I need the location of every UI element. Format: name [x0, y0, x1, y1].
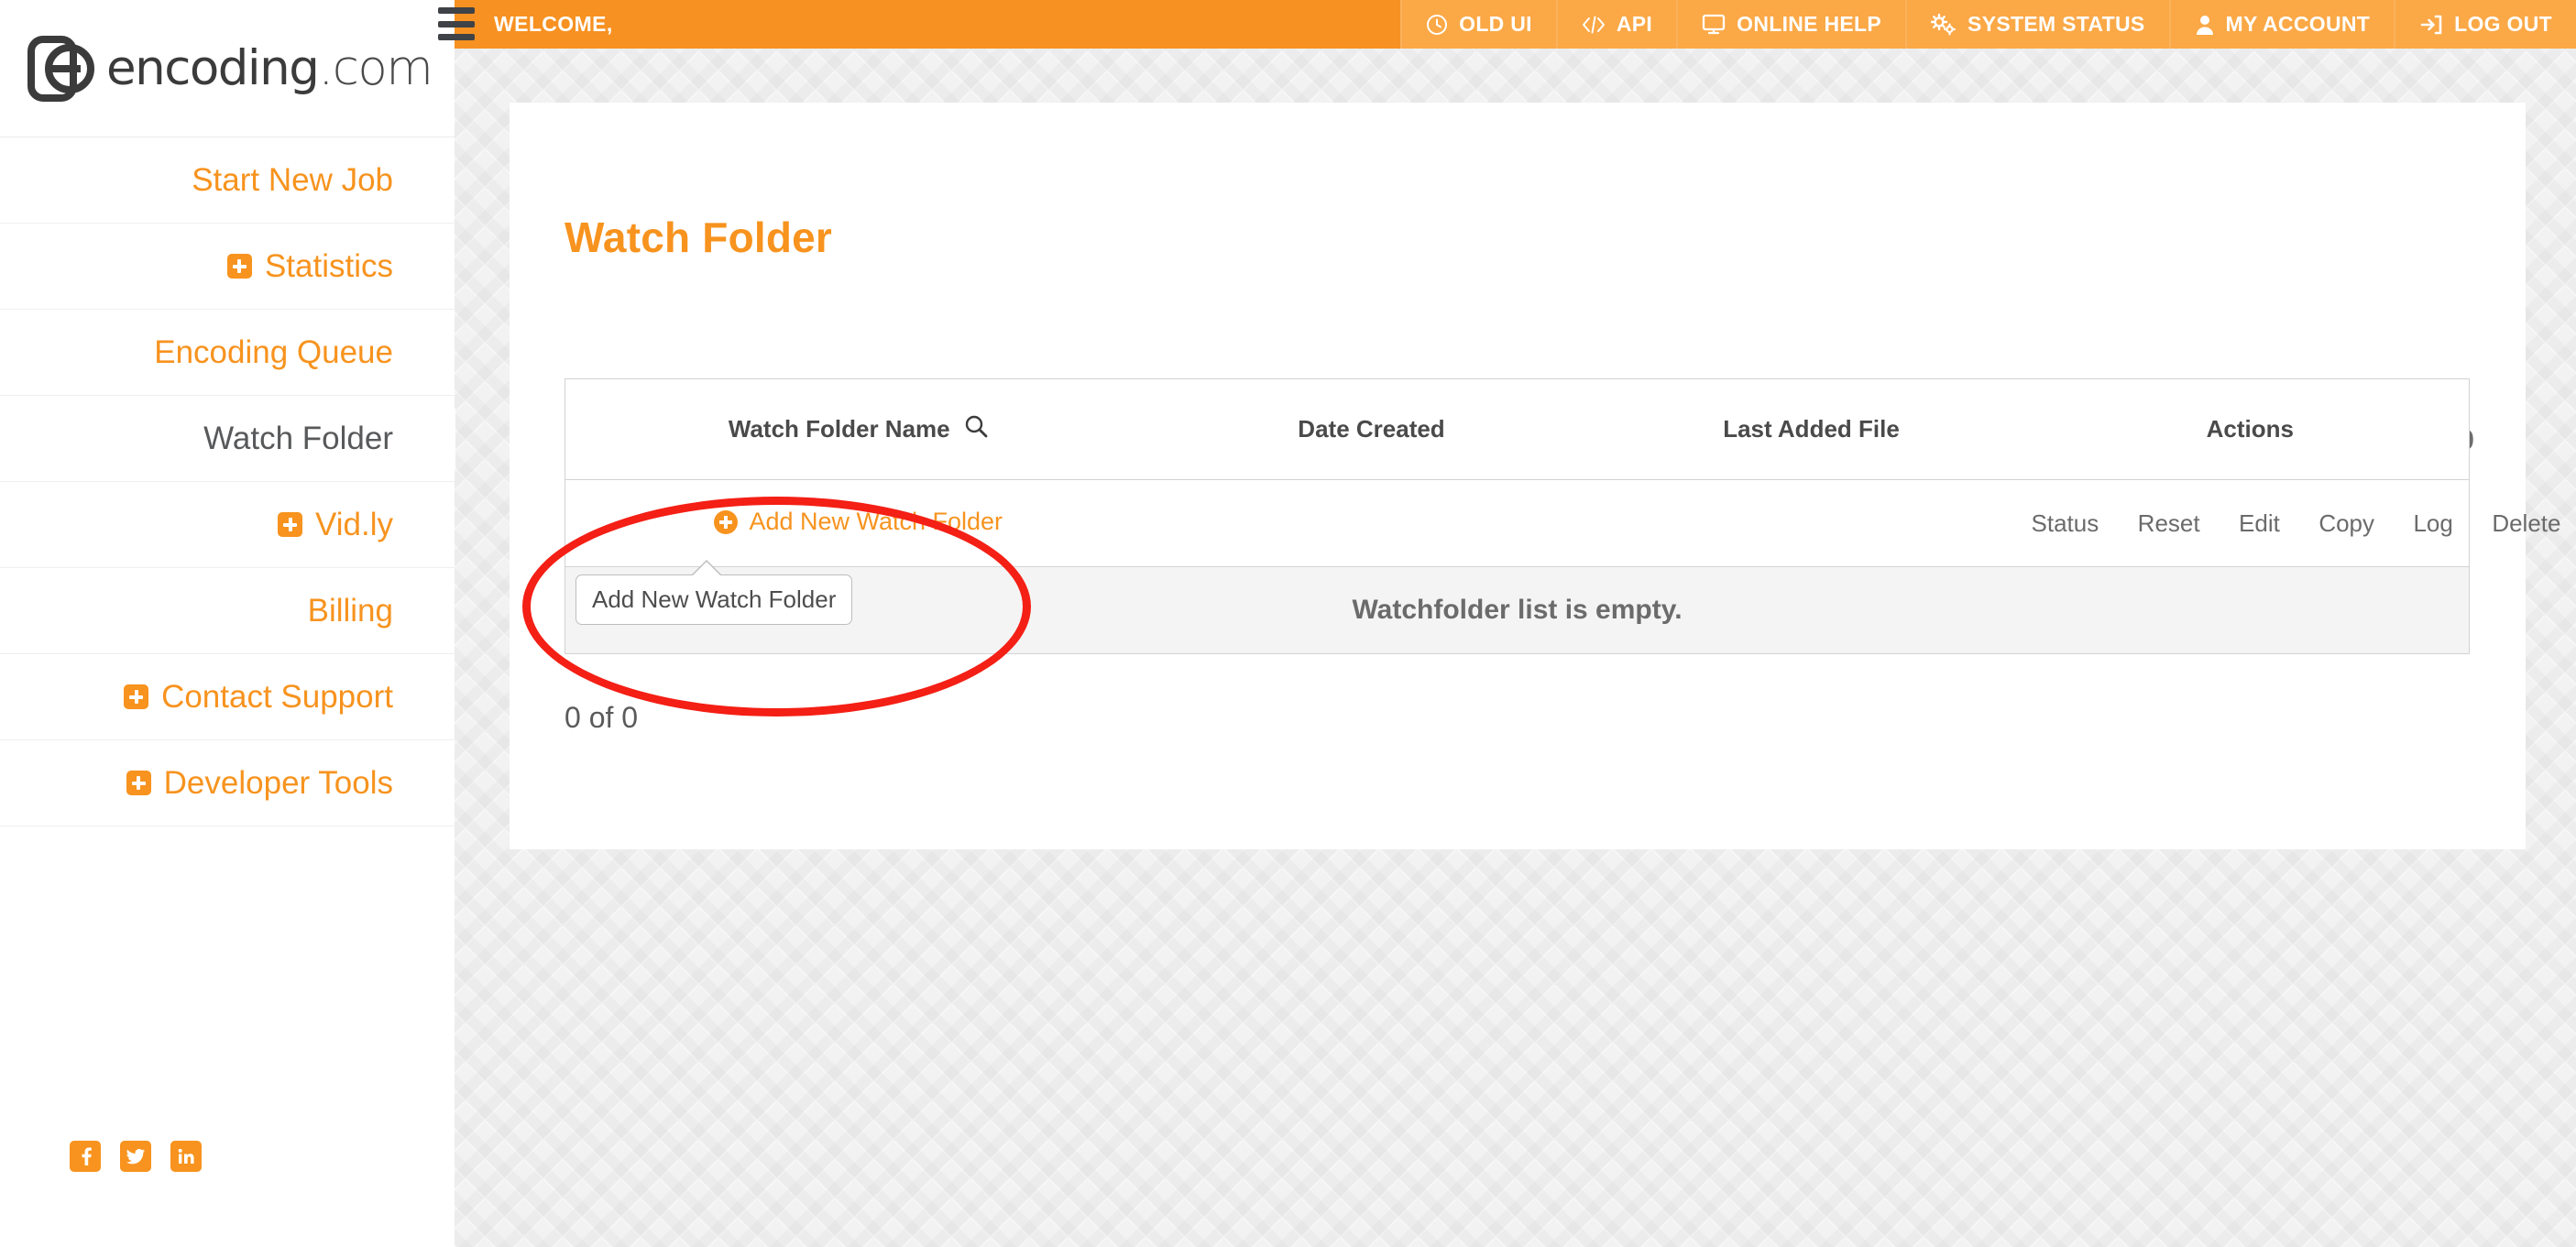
- topnav-system-status[interactable]: SYSTEM STATUS: [1905, 0, 2168, 49]
- user-icon: [2195, 14, 2215, 36]
- brand-logo[interactable]: encoding.com: [0, 0, 455, 137]
- topnav-online-help[interactable]: ONLINE HELP: [1676, 0, 1905, 49]
- logo-wordmark: encoding.com: [106, 40, 432, 96]
- sidebar-item-vidly[interactable]: Vid.ly: [0, 482, 455, 568]
- app-root: encoding.com Start New Job Statistics En…: [0, 0, 2576, 1247]
- add-new-watch-folder-button[interactable]: Add New Watch Folder: [714, 508, 1003, 536]
- sidebar-item-label: Developer Tools: [164, 767, 393, 799]
- sidebar-item-label: Vid.ly: [315, 509, 393, 541]
- topnav-api[interactable]: API: [1556, 0, 1676, 49]
- sidebar-item-developer-tools[interactable]: Developer Tools: [0, 740, 455, 826]
- add-new-watch-folder-tooltip: Add New Watch Folder: [575, 574, 852, 625]
- topnav-log-out[interactable]: LOG OUT: [2394, 0, 2576, 49]
- topnav-label: MY ACCOUNT: [2226, 12, 2371, 37]
- hamburger-bar: [438, 21, 475, 27]
- column-watch-folder-name: Watch Folder Name: [565, 379, 1152, 480]
- sidebar-item-label: Encoding Queue: [154, 336, 393, 368]
- topnav-label: LOG OUT: [2454, 12, 2552, 37]
- monitor-icon: [1702, 14, 1726, 36]
- circle-plus-icon: [714, 510, 738, 534]
- twitter-icon[interactable]: [120, 1141, 151, 1172]
- add-new-watch-folder-cell: Add New Watch Folder: [565, 480, 1152, 567]
- add-new-row: Add New Watch Folder Status Reset Edit C…: [565, 480, 2470, 567]
- sidebar-item-label: Statistics: [265, 250, 393, 282]
- topnav-label: ONLINE HELP: [1737, 12, 1881, 37]
- add-new-watch-folder-label: Add New Watch Folder: [749, 508, 1003, 536]
- add-row-date-cell: [1152, 480, 1592, 567]
- add-row-file-cell: [1592, 480, 2032, 567]
- table-header: Watch Folder Name Date Created Last Adde…: [565, 379, 2470, 480]
- topnav-label: API: [1617, 12, 1652, 37]
- topnav-label: OLD UI: [1459, 12, 1532, 37]
- logout-icon: [2419, 14, 2443, 36]
- expand-plus-icon: [278, 512, 302, 537]
- sidebar-item-encoding-queue[interactable]: Encoding Queue: [0, 310, 455, 396]
- sidebar-item-start-new-job[interactable]: Start New Job: [0, 137, 455, 224]
- welcome-text: WELCOME,: [455, 0, 1400, 49]
- action-status[interactable]: Status: [2032, 509, 2099, 537]
- search-icon[interactable]: [963, 413, 989, 445]
- topnav-label: SYSTEM STATUS: [1968, 12, 2144, 37]
- social-links: [0, 1141, 455, 1172]
- sidebar-nav: Start New Job Statistics Encoding Queue …: [0, 137, 455, 826]
- column-actions: Actions: [2032, 379, 2470, 480]
- facebook-icon[interactable]: [70, 1141, 101, 1172]
- result-count: 0 of 0: [565, 701, 638, 735]
- sidebar-item-watch-folder[interactable]: Watch Folder: [0, 396, 455, 482]
- hamburger-bar: [438, 34, 475, 40]
- action-delete[interactable]: Delete: [2492, 509, 2560, 537]
- page-title: Watch Folder: [565, 213, 832, 262]
- add-row-actions-cell: Status Reset Edit Copy Log Delete: [2032, 480, 2470, 567]
- expand-plus-icon: [124, 684, 148, 709]
- top-bar: WELCOME, OLD UI API ONLINE HELP: [455, 0, 2576, 49]
- encoding-logo-icon: [27, 36, 99, 102]
- sidebar-item-contact-support[interactable]: Contact Support: [0, 654, 455, 740]
- column-date-created: Date Created: [1152, 379, 1592, 480]
- action-log[interactable]: Log: [2413, 509, 2452, 537]
- sidebar-item-label: Contact Support: [161, 681, 393, 713]
- table-body: Add New Watch Folder Status Reset Edit C…: [565, 480, 2470, 654]
- sidebar-item-label: Start New Job: [192, 164, 393, 196]
- expand-plus-icon: [227, 254, 252, 279]
- action-copy[interactable]: Copy: [2318, 509, 2374, 537]
- clock-icon: [1426, 14, 1448, 36]
- hamburger-icon[interactable]: [438, 7, 475, 40]
- sidebar-item-billing[interactable]: Billing: [0, 568, 455, 654]
- topnav-old-ui[interactable]: OLD UI: [1400, 0, 1556, 49]
- column-last-added-file: Last Added File: [1592, 379, 2032, 480]
- topnav-my-account[interactable]: MY ACCOUNT: [2169, 0, 2395, 49]
- action-reset[interactable]: Reset: [2138, 509, 2200, 537]
- sidebar-item-label: Billing: [308, 595, 393, 627]
- action-edit[interactable]: Edit: [2239, 509, 2280, 537]
- gears-icon: [1931, 14, 1957, 36]
- sidebar-item-statistics[interactable]: Statistics: [0, 224, 455, 310]
- hamburger-bar: [438, 7, 475, 14]
- expand-plus-icon: [126, 771, 151, 795]
- code-icon: [1582, 15, 1606, 35]
- sidebar: encoding.com Start New Job Statistics En…: [0, 0, 455, 1247]
- table-header-row: Watch Folder Name Date Created Last Adde…: [565, 379, 2470, 480]
- sidebar-item-label: Watch Folder: [203, 422, 393, 454]
- column-label: Watch Folder Name: [729, 415, 950, 443]
- linkedin-icon[interactable]: [170, 1141, 202, 1172]
